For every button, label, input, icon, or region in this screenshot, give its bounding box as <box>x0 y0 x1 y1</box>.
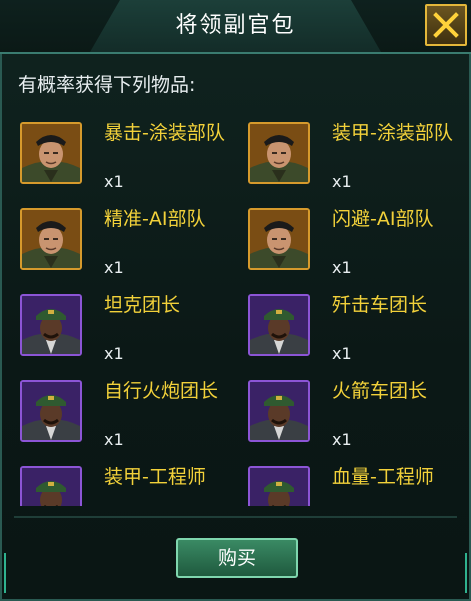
item-name: 暴击-涂装部队 <box>104 122 225 144</box>
item-portrait <box>248 122 310 184</box>
item-name: 血量-工程师 <box>332 466 434 488</box>
reward-list[interactable]: 暴击-涂装部队 x1 装甲-涂装部队 x1 精准-AI部队 x1 闪避-AI部队 x1 … <box>14 114 458 506</box>
item-portrait <box>20 208 82 270</box>
item-name: 自行火炮团长 <box>104 380 219 402</box>
buy-button[interactable]: 购买 <box>176 538 298 578</box>
item-portrait <box>20 294 82 356</box>
item-portrait <box>20 122 82 184</box>
item-portrait <box>248 208 310 270</box>
item-name: 装甲-涂装部队 <box>332 122 453 144</box>
close-button[interactable] <box>425 4 467 46</box>
reward-item[interactable]: 装甲-涂装部队 x1 <box>242 114 458 198</box>
reward-item[interactable]: 暴击-涂装部队 x1 <box>14 114 236 198</box>
reward-item[interactable]: 装甲-工程师 <box>14 458 236 506</box>
reward-item[interactable]: 精准-AI部队 x1 <box>14 200 236 284</box>
reward-item[interactable]: 自行火炮团长 x1 <box>14 372 236 456</box>
reward-subtitle: 有概率获得下列物品: <box>18 74 196 96</box>
item-portrait <box>248 466 310 506</box>
item-quantity: x1 <box>332 258 352 277</box>
item-quantity: x1 <box>104 430 124 449</box>
reward-item[interactable]: 歼击车团长 x1 <box>242 286 458 370</box>
item-quantity: x1 <box>104 344 124 363</box>
item-quantity: x1 <box>104 172 124 191</box>
item-name: 装甲-工程师 <box>104 466 206 488</box>
reward-item[interactable]: 闪避-AI部队 x1 <box>242 200 458 284</box>
item-name: 歼击车团长 <box>332 294 428 316</box>
item-portrait <box>20 380 82 442</box>
reward-item[interactable]: 血量-工程师 <box>242 458 458 506</box>
item-portrait <box>20 466 82 506</box>
divider <box>14 516 457 518</box>
dialog-title: 将领副官包 <box>175 13 296 38</box>
corner-deco-right <box>455 553 467 593</box>
item-portrait <box>248 380 310 442</box>
dialog-header: 将领副官包 <box>0 0 471 54</box>
close-icon <box>433 12 459 38</box>
item-name: 精准-AI部队 <box>104 208 206 230</box>
item-name: 火箭车团长 <box>332 380 428 402</box>
item-name: 闪避-AI部队 <box>332 208 434 230</box>
reward-item[interactable]: 坦克团长 x1 <box>14 286 236 370</box>
item-portrait <box>248 294 310 356</box>
item-quantity: x1 <box>332 344 352 363</box>
corner-deco-left <box>4 553 16 593</box>
item-name: 坦克团长 <box>104 294 181 316</box>
item-quantity: x1 <box>104 258 124 277</box>
item-quantity: x1 <box>332 430 352 449</box>
item-quantity: x1 <box>332 172 352 191</box>
reward-item[interactable]: 火箭车团长 x1 <box>242 372 458 456</box>
